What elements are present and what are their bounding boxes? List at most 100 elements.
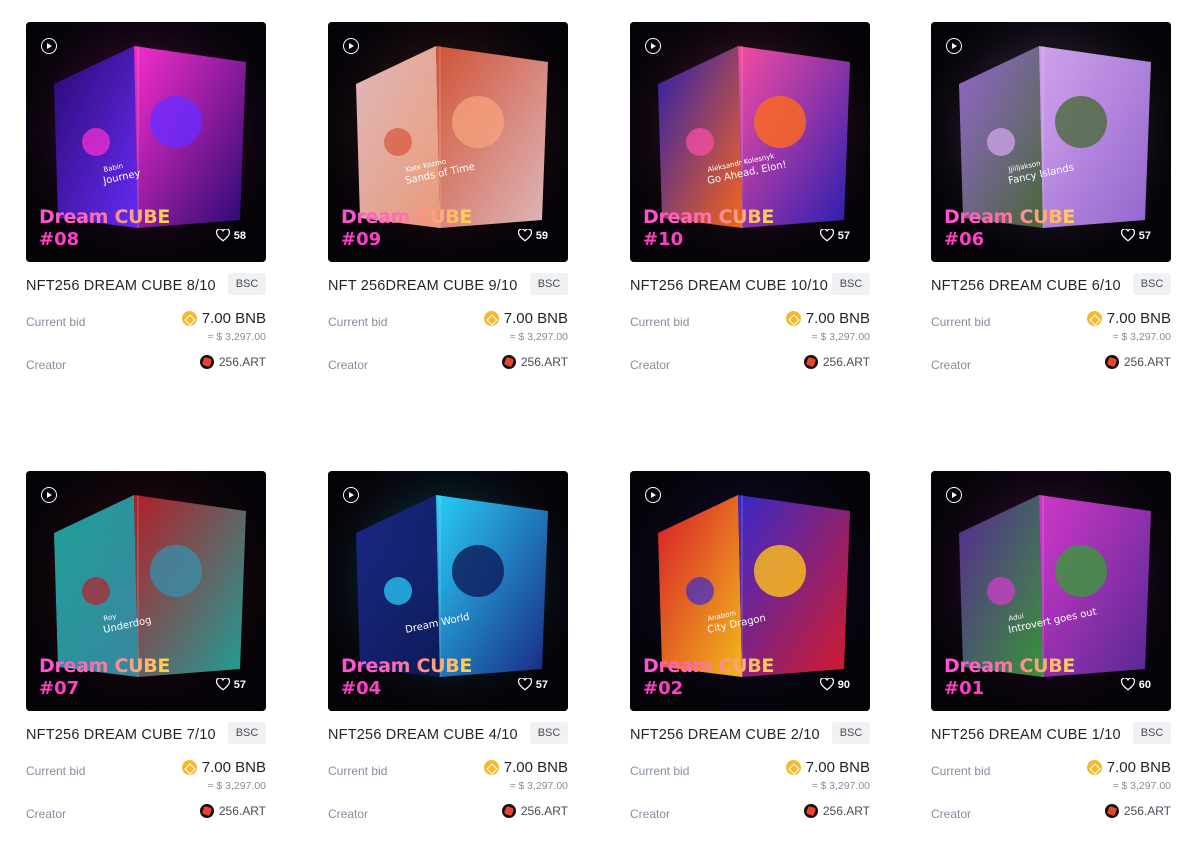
creator-name: 256.ART xyxy=(520,355,568,369)
like-button[interactable]: 57 xyxy=(1120,229,1151,242)
bnb-coin-icon xyxy=(785,760,801,775)
creator-link[interactable]: 256.ART xyxy=(803,804,870,818)
like-count: 57 xyxy=(535,678,548,691)
play-video-icon[interactable] xyxy=(645,38,661,54)
like-count: 58 xyxy=(233,229,246,242)
cube-series-title: Dream CUBE xyxy=(341,206,473,228)
bid-price-value: 7.00 BNB xyxy=(201,310,266,327)
chain-badge: BSC xyxy=(832,273,870,295)
like-count: 59 xyxy=(535,229,548,242)
cube-series-title: Dream CUBE xyxy=(341,655,473,677)
creator-name: 256.ART xyxy=(822,804,870,818)
bid-price: 7.00 BNB xyxy=(785,759,870,776)
creator-avatar xyxy=(501,804,516,818)
bid-price: 7.00 BNB xyxy=(1086,310,1171,327)
creator-name: 256.ART xyxy=(822,355,870,369)
creator-name: 256.ART xyxy=(218,355,266,369)
cube-series-title: Dream CUBE xyxy=(39,655,171,677)
creator-link[interactable]: 256.ART xyxy=(501,355,568,369)
creator-name: 256.ART xyxy=(520,804,568,818)
play-video-icon[interactable] xyxy=(645,487,661,503)
cube-series-title: Dream CUBE xyxy=(39,206,171,228)
creator-avatar xyxy=(1104,804,1119,818)
nft-card[interactable]: Aleksandr Kolesnyk Go Ahead, Elon! Dream… xyxy=(630,22,870,372)
creator-label: Creator xyxy=(630,358,671,372)
creator-label: Creator xyxy=(931,807,972,821)
nft-artwork-thumbnail[interactable]: Adui Introvert goes out Dream CUBE #01 6… xyxy=(931,471,1171,711)
creator-link[interactable]: 256.ART xyxy=(199,355,266,369)
bnb-coin-icon xyxy=(181,760,197,775)
creator-avatar xyxy=(1104,355,1119,369)
current-bid-label: Current bid xyxy=(630,315,690,329)
nft-card[interactable]: Babin Journey Dream CUBE #08 58 NFT256 D… xyxy=(26,22,266,372)
creator-link[interactable]: 256.ART xyxy=(1104,804,1171,818)
creator-link[interactable]: 256.ART xyxy=(501,804,568,818)
nft-artwork-thumbnail[interactable]: Dream World Dream CUBE #04 57 xyxy=(328,471,568,711)
creator-label: Creator xyxy=(26,807,67,821)
nft-artwork-thumbnail[interactable]: Jjiiljakson Fancy Islands Dream CUBE #06… xyxy=(931,22,1171,262)
usd-equivalent: ≈ $ 3,297.00 xyxy=(1112,331,1171,343)
nft-card[interactable]: Anabom City Dragon Dream CUBE #02 90 NFT… xyxy=(630,471,870,821)
cube-number: #04 xyxy=(341,678,382,699)
cube-number: #08 xyxy=(39,229,80,250)
heart-icon xyxy=(819,678,834,691)
nft-card[interactable]: Jjiiljakson Fancy Islands Dream CUBE #06… xyxy=(931,22,1171,372)
nft-name[interactable]: NFT256 DREAM CUBE 4/10 xyxy=(328,727,526,743)
like-button[interactable]: 60 xyxy=(1120,678,1151,691)
heart-icon xyxy=(819,229,834,242)
bid-price: 7.00 BNB xyxy=(1086,759,1171,776)
cube-series-title: Dream CUBE xyxy=(643,655,775,677)
nft-name[interactable]: NFT256 DREAM CUBE 1/10 xyxy=(931,727,1129,743)
chain-badge: BSC xyxy=(1133,273,1171,295)
like-button[interactable]: 57 xyxy=(215,678,246,691)
nft-card[interactable]: Roy Underdog Dream CUBE #07 57 NFT256 DR… xyxy=(26,471,266,821)
chain-badge: BSC xyxy=(1133,722,1171,744)
play-video-icon[interactable] xyxy=(946,38,962,54)
creator-link[interactable]: 256.ART xyxy=(199,804,266,818)
play-video-icon[interactable] xyxy=(343,487,359,503)
creator-name: 256.ART xyxy=(218,804,266,818)
chain-badge: BSC xyxy=(228,273,266,295)
nft-card[interactable]: Kate Kozmo Sands of Time Dream CUBE #09 … xyxy=(328,22,568,372)
nft-artwork-thumbnail[interactable]: Aleksandr Kolesnyk Go Ahead, Elon! Dream… xyxy=(630,22,870,262)
nft-name[interactable]: NFT256 DREAM CUBE 7/10 xyxy=(26,727,224,743)
play-video-icon[interactable] xyxy=(946,487,962,503)
nft-name[interactable]: NFT256 DREAM CUBE 10/10 xyxy=(630,278,828,294)
nft-name[interactable]: NFT256 DREAM CUBE 6/10 xyxy=(931,278,1129,294)
nft-name[interactable]: NFT256 DREAM CUBE 2/10 xyxy=(630,727,828,743)
like-button[interactable]: 58 xyxy=(215,229,246,242)
nft-card[interactable]: Dream World Dream CUBE #04 57 NFT256 DRE… xyxy=(328,471,568,821)
current-bid-label: Current bid xyxy=(328,764,388,778)
like-count: 57 xyxy=(837,229,850,242)
current-bid-label: Current bid xyxy=(26,315,86,329)
creator-label: Creator xyxy=(328,358,369,372)
bnb-coin-icon xyxy=(1086,760,1102,775)
nft-artwork-thumbnail[interactable]: Anabom City Dragon Dream CUBE #02 90 xyxy=(630,471,870,711)
usd-equivalent: ≈ $ 3,297.00 xyxy=(811,780,870,792)
cube-number: #01 xyxy=(944,678,985,699)
like-button[interactable]: 90 xyxy=(819,678,850,691)
chain-badge: BSC xyxy=(832,722,870,744)
cube-series-title: Dream CUBE xyxy=(944,655,1076,677)
nft-artwork-thumbnail[interactable]: Kate Kozmo Sands of Time Dream CUBE #09 … xyxy=(328,22,568,262)
play-video-icon[interactable] xyxy=(41,38,57,54)
creator-label: Creator xyxy=(630,807,671,821)
like-button[interactable]: 59 xyxy=(517,229,548,242)
play-video-icon[interactable] xyxy=(343,38,359,54)
nft-artwork-thumbnail[interactable]: Babin Journey Dream CUBE #08 58 xyxy=(26,22,266,262)
bid-price: 7.00 BNB xyxy=(181,759,266,776)
nft-card[interactable]: Adui Introvert goes out Dream CUBE #01 6… xyxy=(931,471,1171,821)
heart-icon xyxy=(1120,678,1135,691)
like-button[interactable]: 57 xyxy=(517,678,548,691)
nft-artwork-thumbnail[interactable]: Roy Underdog Dream CUBE #07 57 xyxy=(26,471,266,711)
creator-avatar xyxy=(501,355,516,369)
creator-avatar xyxy=(199,804,214,818)
creator-link[interactable]: 256.ART xyxy=(1104,355,1171,369)
nft-name[interactable]: NFT 256DREAM CUBE 9/10 xyxy=(328,278,526,294)
like-button[interactable]: 57 xyxy=(819,229,850,242)
nft-name[interactable]: NFT256 DREAM CUBE 8/10 xyxy=(26,278,224,294)
creator-name: 256.ART xyxy=(1123,355,1171,369)
play-video-icon[interactable] xyxy=(41,487,57,503)
creator-link[interactable]: 256.ART xyxy=(803,355,870,369)
cube-number: #06 xyxy=(944,229,985,250)
